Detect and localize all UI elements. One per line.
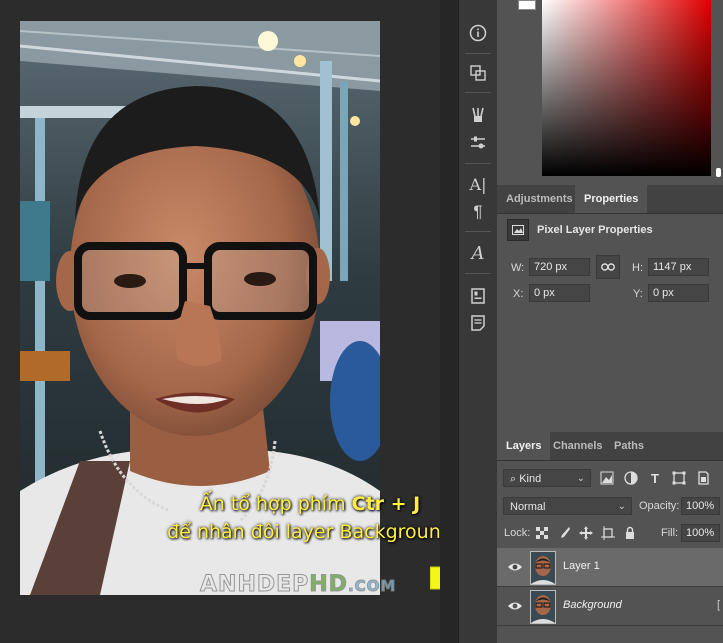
lock-position-icon[interactable] [578, 525, 594, 541]
filter-kind-value: Kind [519, 473, 542, 485]
lock-image-pixels-icon[interactable] [556, 525, 572, 541]
instruction-caption: Ấn tổ hợp phím Ctr + J để nhân đôi layer… [130, 490, 490, 546]
layer-thumbnail [530, 551, 556, 585]
tab-properties[interactable]: Properties [575, 185, 648, 213]
filter-adjustment-icon[interactable] [623, 470, 639, 486]
tab-adjustments[interactable]: Adjustments [497, 185, 582, 213]
blend-mode-dropdown[interactable]: Normal ⌄ [503, 497, 632, 515]
pixel-layer-icon [507, 219, 529, 241]
layer-thumbnail [530, 590, 556, 624]
panel-icon-strip: A| ¶ A [458, 0, 498, 643]
opacity-field[interactable]: 100% [681, 497, 720, 515]
paragraph-icon[interactable]: ¶ [459, 199, 497, 225]
opacity-label: Opacity: [639, 500, 680, 512]
caption-line2-text: để nhân đôi layer Background [167, 521, 453, 543]
layers-tabbar: Layers Channels Paths [497, 432, 723, 461]
fill-field[interactable]: 100% [681, 524, 720, 542]
filter-pixel-icon[interactable] [599, 470, 615, 486]
x-field[interactable]: 0 px [529, 284, 590, 302]
lock-transparent-pixels-icon[interactable] [534, 525, 550, 541]
properties-tabbar: Adjustments Properties [497, 185, 723, 214]
properties-title: Pixel Layer Properties [537, 224, 653, 236]
blend-mode-value: Normal [510, 501, 546, 513]
brush-presets-icon[interactable] [459, 102, 497, 128]
caption-shortcut-keys: Ctr + J [351, 493, 421, 515]
foreground-color-swatch[interactable] [518, 0, 536, 10]
lock-label: Lock: [504, 527, 531, 539]
panel-collapse-strip [440, 0, 458, 643]
tab-paths[interactable]: Paths [605, 432, 653, 460]
chevron-down-icon: ⌄ [617, 501, 626, 512]
visibility-eye-icon[interactable] [507, 560, 523, 574]
layer-row-background[interactable]: Background [ [497, 587, 723, 626]
y-label: Y: [633, 288, 643, 300]
color-picker-panel [497, 0, 723, 184]
document-canvas[interactable]: Ấn tổ hợp phím Ctr + J để nhân đôi layer… [0, 0, 497, 643]
y-field[interactable]: 0 px [648, 284, 709, 302]
layer-filter-dropdown[interactable]: ⌕ Kind ⌄ [503, 469, 591, 487]
width-field[interactable]: 720 px [529, 258, 590, 276]
tab-channels[interactable]: Channels [544, 432, 612, 460]
layer-name: Background [563, 599, 622, 611]
link-icon [601, 263, 615, 271]
glyphs-icon[interactable]: A [459, 240, 497, 266]
layer-locked-icon: [ [717, 599, 721, 611]
search-icon: ⌕ [510, 473, 520, 485]
x-label: X: [513, 288, 524, 300]
info-icon[interactable] [459, 20, 497, 46]
libraries-icon[interactable] [459, 283, 497, 309]
tab-layers[interactable]: Layers [497, 432, 551, 460]
layer-row-layer-1[interactable]: Layer 1 [497, 548, 723, 587]
lock-all-icon[interactable] [622, 525, 638, 541]
adjust-sliders-icon[interactable] [459, 130, 497, 156]
link-dimensions-button[interactable] [596, 255, 620, 279]
width-label: W: [511, 262, 525, 274]
filter-shape-icon[interactable] [671, 470, 687, 486]
height-field[interactable]: 1147 px [648, 258, 709, 276]
color-saturation-field[interactable] [542, 0, 711, 176]
caption-line1-text: Ấn tổ hợp phím [199, 493, 352, 515]
layer-name: Layer 1 [563, 560, 600, 572]
notes-icon[interactable] [459, 310, 497, 336]
filter-type-icon[interactable]: T [647, 470, 663, 486]
height-label: H: [632, 262, 643, 274]
character-icon[interactable]: A| [459, 171, 497, 197]
chevron-down-icon: ⌄ [576, 473, 585, 484]
hue-slider-handle[interactable] [716, 168, 721, 177]
fill-label: Fill: [661, 527, 679, 539]
filter-smart-object-icon[interactable] [695, 470, 711, 486]
right-panel-dock: Adjustments Properties Pixel Layer Prope… [497, 0, 723, 643]
lock-artboard-icon[interactable] [600, 525, 616, 541]
watermark-logo: ANHDEPHD.COM [199, 572, 397, 598]
visibility-eye-icon[interactable] [507, 599, 523, 613]
layer-comps-icon[interactable] [459, 60, 497, 86]
layers-list: Layer 1 Background [ [497, 548, 723, 643]
properties-header: Pixel Layer Properties [507, 219, 653, 241]
